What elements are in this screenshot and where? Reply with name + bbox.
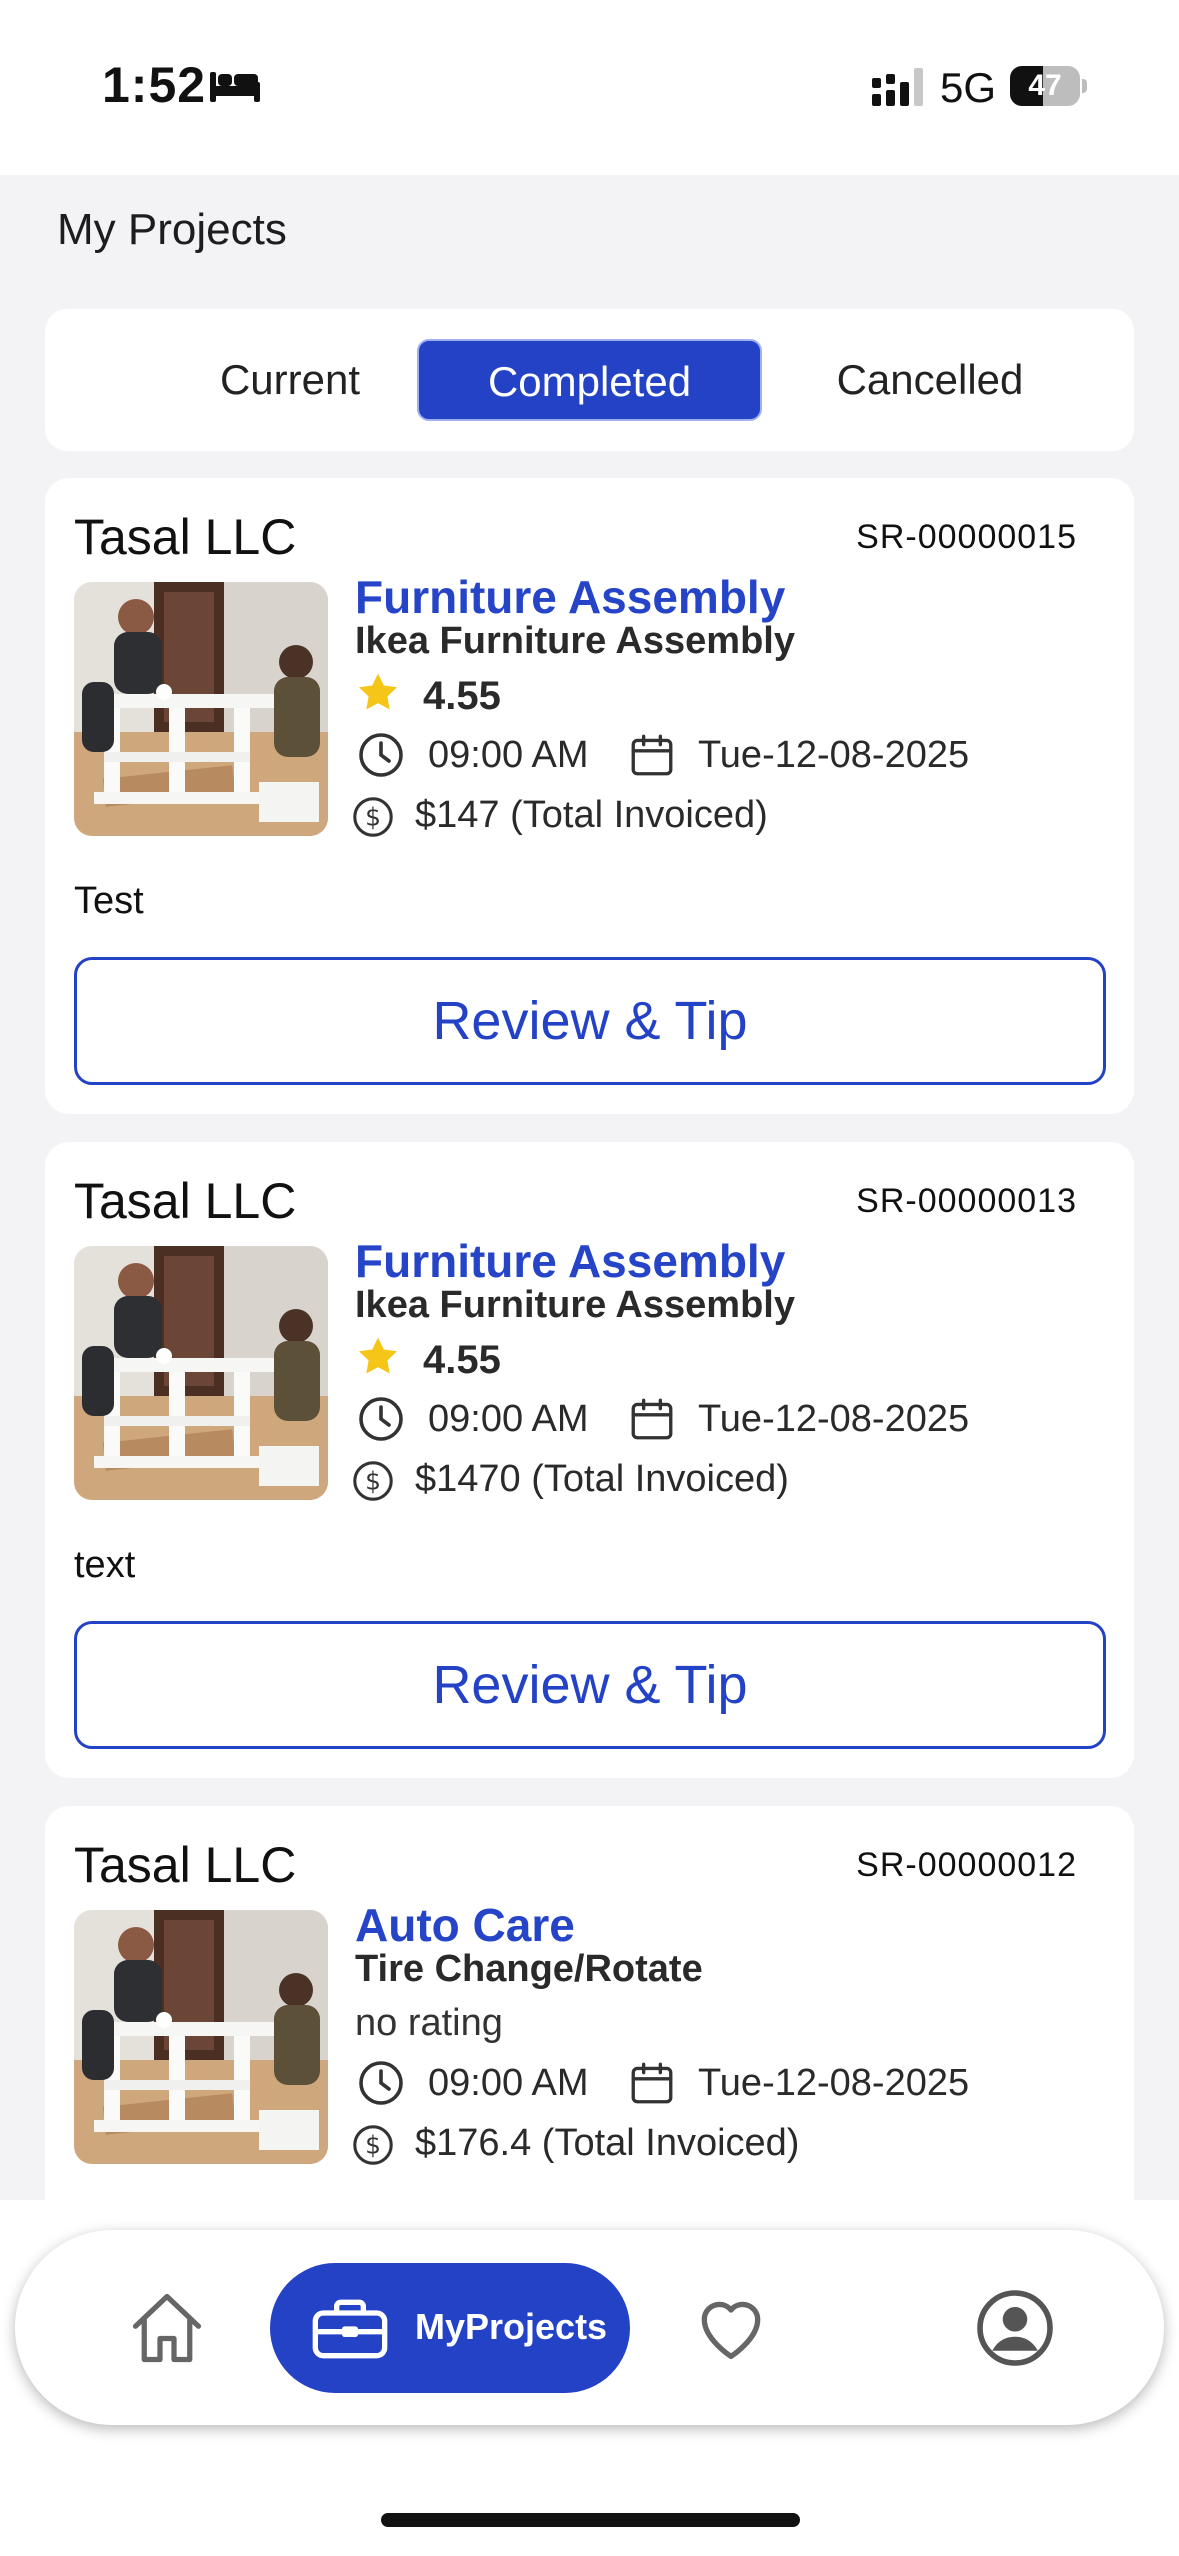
project-card[interactable]: Tasal LLC SR-00000013 Furniture Assembly… [45,1142,1134,1778]
battery-percent: 47 [1028,69,1062,102]
project-image [74,1910,328,2164]
company-name: Tasal LLC [74,1173,297,1229]
service-category[interactable]: Auto Care [355,1898,575,1952]
project-list: Tasal LLC SR-00000015 Furniture Assembly… [45,478,1134,2200]
heart-icon[interactable] [691,2288,771,2368]
dollar-icon: $ [353,797,393,837]
star-icon [359,673,397,710]
invoice-total: $147 (Total Invoiced) [415,794,768,836]
tab-completed[interactable]: Completed [417,339,762,421]
status-time: 1:52 [102,57,207,113]
project-card[interactable]: Tasal LLC SR-00000012 Auto Care Tire Cha… [45,1806,1134,2200]
appointment-date: Tue-12-08-2025 [698,1398,970,1440]
clock-icon [359,733,403,777]
service-name: Ikea Furniture Assembly [355,1284,795,1326]
invoice-total: $1470 (Total Invoiced) [415,1458,789,1500]
invoice-total: $176.4 (Total Invoiced) [415,2122,800,2164]
review-tip-button[interactable]: Review & Tip [74,957,1106,1085]
rating-value: 4.55 [423,674,501,718]
tab-cancelled[interactable]: Cancelled [785,339,1075,421]
dollar-icon: $ [353,2125,393,2165]
bed-icon [210,72,260,102]
calendar-icon [631,1398,673,1440]
no-rating-label: no rating [355,2002,503,2044]
status-bar: 1:52 5G 47 [0,0,1179,175]
home-icon[interactable] [125,2286,209,2370]
appointment-date: Tue-12-08-2025 [698,734,970,776]
clock-icon [359,2061,403,2105]
service-request-id: SR-00000012 [856,1846,1077,1884]
project-image [74,582,328,836]
appointment-time: 09:00 AM [428,734,589,776]
page-title: My Projects [57,205,287,254]
service-name: Ikea Furniture Assembly [355,620,795,662]
svg-text:$: $ [365,2131,381,2160]
bottom-nav: MyProjects [15,2230,1164,2425]
briefcase-icon [312,2299,388,2359]
project-card[interactable]: Tasal LLC SR-00000015 Furniture Assembly… [45,478,1134,1114]
signal-icon [872,68,923,106]
service-name: Tire Change/Rotate [355,1948,703,1990]
service-request-id: SR-00000013 [856,1182,1077,1220]
project-note: text [74,1544,136,1586]
home-indicator [381,2513,800,2527]
project-image [74,1246,328,1500]
project-note: Test [74,880,144,922]
service-request-id: SR-00000015 [856,518,1077,556]
svg-text:$: $ [365,1467,381,1496]
status-tabs: Current Completed Cancelled [45,309,1134,451]
profile-icon[interactable] [973,2286,1057,2370]
tab-current[interactable]: Current [145,339,435,421]
service-category[interactable]: Furniture Assembly [355,1234,785,1288]
nav-myprojects-label: MyProjects [415,2306,608,2347]
rating-value: 4.55 [423,1338,501,1382]
battery-indicator: 47 [1010,66,1087,106]
appointment-time: 09:00 AM [428,1398,589,1440]
nav-myprojects-button[interactable]: MyProjects [270,2263,630,2393]
appointment-date: Tue-12-08-2025 [698,2062,970,2104]
dollar-icon: $ [353,1461,393,1501]
svg-text:$: $ [365,803,381,832]
service-category[interactable]: Furniture Assembly [355,570,785,624]
calendar-icon [631,2062,673,2104]
appointment-time: 09:00 AM [428,2062,589,2104]
calendar-icon [631,734,673,776]
review-tip-button[interactable]: Review & Tip [74,1621,1106,1749]
star-icon [359,1337,397,1374]
network-label: 5G [940,64,997,111]
clock-icon [359,1397,403,1441]
company-name: Tasal LLC [74,509,297,565]
company-name: Tasal LLC [74,1837,297,1893]
